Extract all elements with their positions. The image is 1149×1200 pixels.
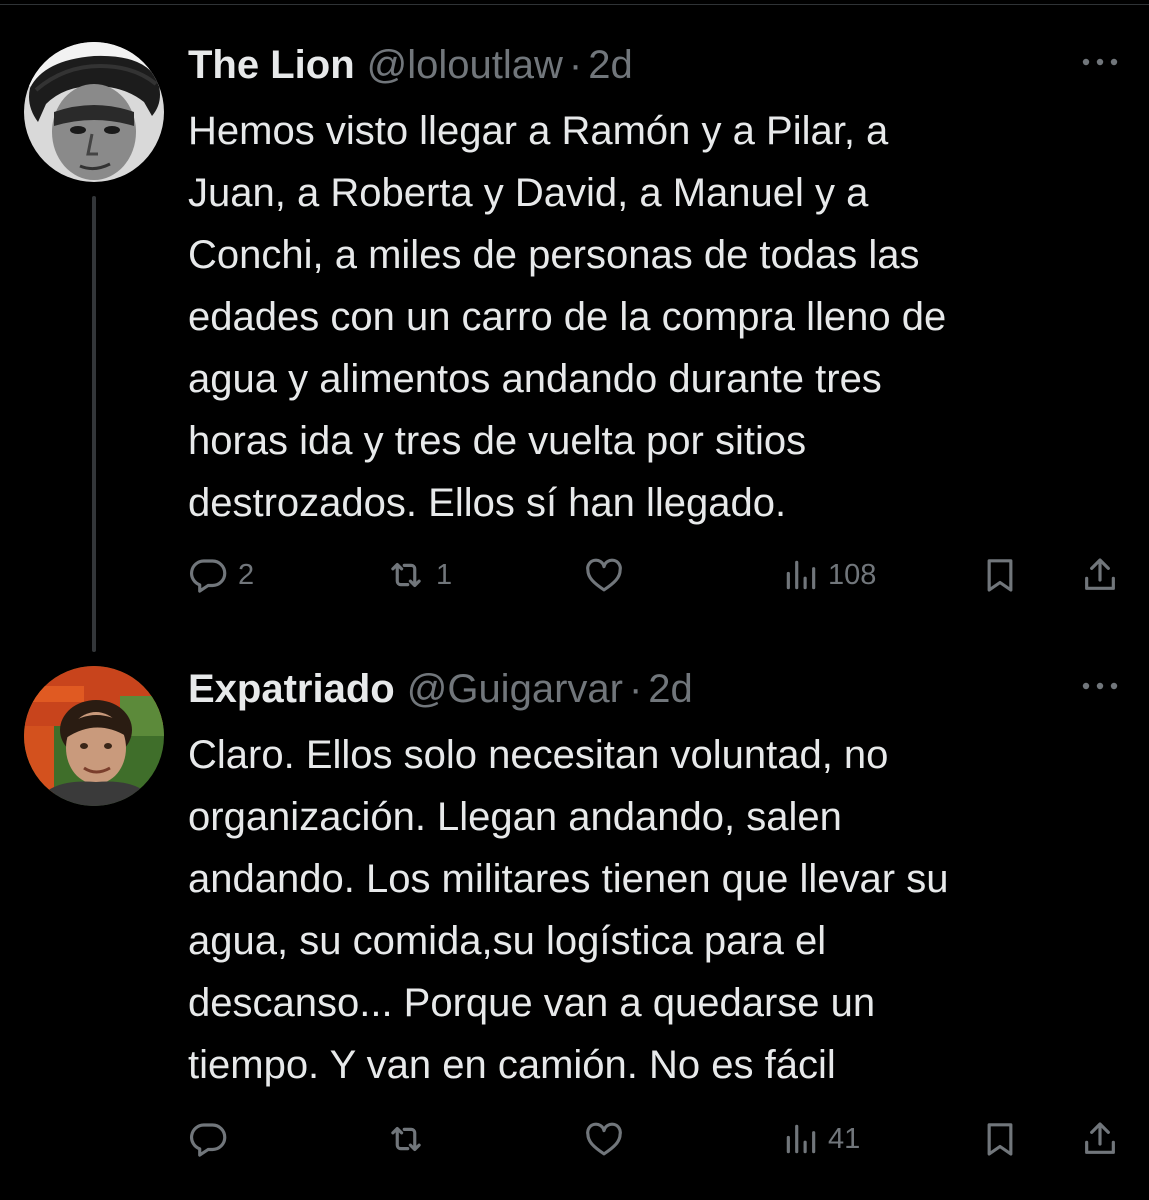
retweet-count: 1 bbox=[436, 558, 453, 591]
tweet-text-line: horas ida y tres de vuelta por sitios bbox=[188, 419, 807, 463]
views-count: 108 bbox=[828, 558, 877, 591]
bookmark-icon bbox=[980, 1118, 1020, 1160]
timestamp[interactable]: 2d bbox=[648, 667, 693, 712]
retweet-button[interactable]: 1 bbox=[384, 550, 452, 600]
tweet-header: Expatriado @Guigarvar · 2d bbox=[188, 662, 693, 716]
avatar[interactable] bbox=[24, 42, 164, 182]
tweet-text-line: destrozados. Ellos sí han llegado. bbox=[188, 481, 787, 525]
share-button[interactable] bbox=[1080, 1114, 1120, 1164]
views-button[interactable]: 108 bbox=[782, 550, 876, 600]
avatar[interactable] bbox=[24, 666, 164, 806]
display-name[interactable]: The Lion bbox=[188, 43, 355, 88]
like-button[interactable] bbox=[582, 1114, 634, 1164]
tweet-text-line: agua y alimentos andando durante tres bbox=[188, 357, 882, 401]
like-button[interactable] bbox=[582, 550, 634, 600]
views-icon bbox=[782, 554, 820, 596]
reply-icon bbox=[188, 1118, 230, 1160]
separator-dot: · bbox=[628, 666, 643, 711]
more-horizontal-icon[interactable] bbox=[1081, 52, 1119, 72]
top-divider bbox=[0, 4, 1149, 5]
tweet-text-line: Claro. Ellos solo necesitan voluntad, no bbox=[188, 733, 889, 777]
tweet-text: Claro. Ellos solo necesitan voluntad, no… bbox=[188, 724, 1128, 1096]
tweet-text-line: organización. Llegan andando, salen bbox=[188, 795, 842, 839]
bookmark-button[interactable] bbox=[980, 1114, 1020, 1164]
tweet-header: The Lion @loloutlaw · 2d bbox=[188, 38, 633, 92]
tweet-text-line: edades con un carro de la compra lleno d… bbox=[188, 295, 947, 339]
tweet-text-line: tiempo. Y van en camión. No es fácil bbox=[188, 1043, 836, 1087]
tweet[interactable]: The Lion @loloutlaw · 2d Hemos visto lle… bbox=[0, 38, 1149, 618]
reply-button[interactable]: 2 bbox=[188, 550, 254, 600]
retweet-icon bbox=[384, 1118, 428, 1160]
heart-icon bbox=[582, 554, 626, 596]
tweet-text-line: Juan, a Roberta y David, a Manuel y a bbox=[188, 171, 869, 215]
reply-count: 2 bbox=[238, 558, 255, 591]
tweet-text-line: Hemos visto llegar a Ramón y a Pilar, a bbox=[188, 109, 889, 153]
action-bar: 41 bbox=[188, 1114, 1128, 1164]
views-count: 41 bbox=[828, 1122, 861, 1155]
more-horizontal-icon[interactable] bbox=[1081, 676, 1119, 696]
user-handle[interactable]: @Guigarvar bbox=[407, 667, 623, 712]
retweet-button[interactable] bbox=[384, 1114, 436, 1164]
tweet-text-line: descanso... Porque van a quedarse un bbox=[188, 981, 876, 1025]
retweet-icon bbox=[384, 554, 428, 596]
share-icon bbox=[1080, 554, 1120, 596]
tweet-text-line: Conchi, a miles de personas de todas las bbox=[188, 233, 920, 277]
bookmark-button[interactable] bbox=[980, 550, 1020, 600]
thread-connector-line bbox=[92, 196, 96, 652]
views-icon bbox=[782, 1118, 820, 1160]
tweet-text-line: andando. Los militares tienen que llevar… bbox=[188, 857, 949, 901]
user-handle[interactable]: @loloutlaw bbox=[367, 43, 563, 88]
display-name[interactable]: Expatriado bbox=[188, 667, 395, 712]
action-bar: 2 1 108 bbox=[188, 550, 1128, 600]
tweet-text-line: agua, su comida,su logística para el bbox=[188, 919, 827, 963]
heart-icon bbox=[582, 1118, 626, 1160]
views-button[interactable]: 41 bbox=[782, 1114, 860, 1164]
tweet[interactable]: Expatriado @Guigarvar · 2d Claro. Ellos … bbox=[0, 662, 1149, 1162]
share-button[interactable] bbox=[1080, 550, 1120, 600]
bookmark-icon bbox=[980, 554, 1020, 596]
share-icon bbox=[1080, 1118, 1120, 1160]
reply-button[interactable] bbox=[188, 1114, 238, 1164]
separator-dot: · bbox=[568, 42, 583, 87]
reply-icon bbox=[188, 554, 230, 596]
timestamp[interactable]: 2d bbox=[588, 43, 633, 88]
tweet-text: Hemos visto llegar a Ramón y a Pilar, a … bbox=[188, 100, 1128, 534]
